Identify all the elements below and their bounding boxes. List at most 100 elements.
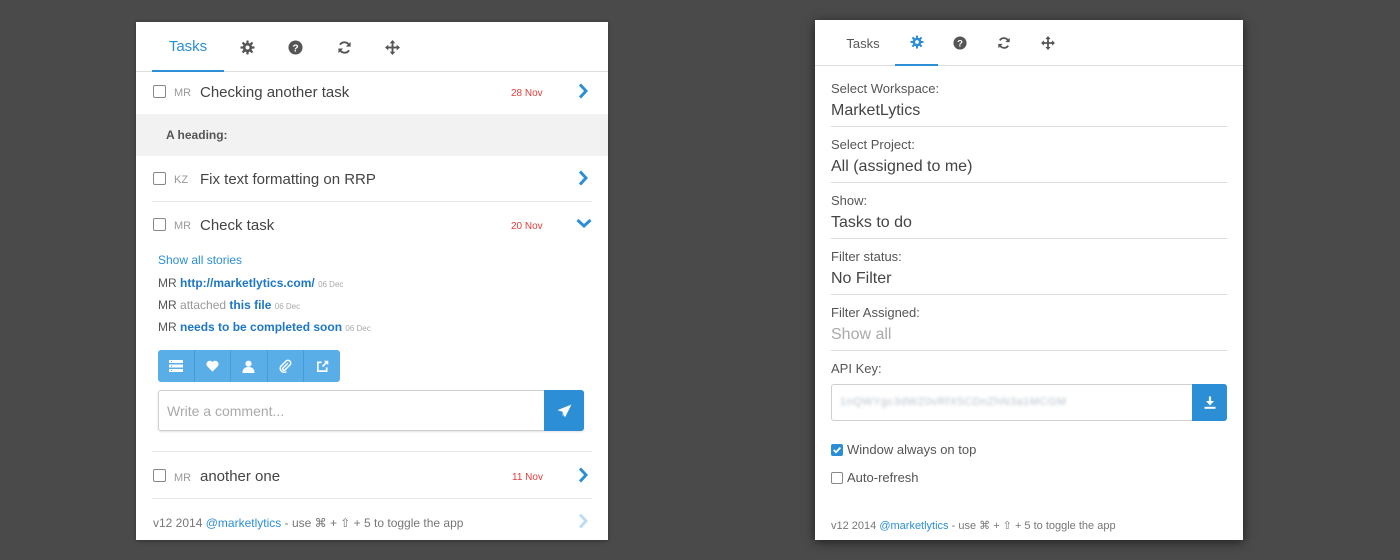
- external-link-icon: [316, 360, 328, 372]
- heart-icon: [206, 360, 219, 372]
- gear-icon: [909, 35, 924, 49]
- paperclip-icon: [279, 359, 292, 373]
- footer-twitter-link[interactable]: @marketlytics: [879, 520, 948, 532]
- task-title[interactable]: another one: [200, 468, 280, 485]
- task-checkbox[interactable]: [153, 172, 166, 185]
- save-api-key-button[interactable]: [1192, 384, 1227, 421]
- filter-status-label: Filter status:: [831, 249, 902, 264]
- tab-tasks[interactable]: Tasks: [152, 22, 224, 72]
- story-item: MR http://marketlytics.com/ 06 Dec: [158, 276, 343, 290]
- gear-icon: [239, 39, 255, 55]
- tab-tasks[interactable]: Tasks: [837, 20, 889, 66]
- task-due-date: 28 Nov: [511, 88, 543, 99]
- show-all-stories-link[interactable]: Show all stories: [158, 253, 242, 267]
- project-label: Select Project:: [831, 137, 915, 152]
- move-icon: [384, 39, 400, 55]
- divider: [152, 451, 592, 452]
- task-title[interactable]: Fix text formatting on RRP: [200, 171, 376, 188]
- filter-status-select[interactable]: No Filter: [831, 270, 891, 288]
- chevron-right-icon[interactable]: [578, 170, 588, 186]
- send-icon: [557, 403, 571, 418]
- divider: [831, 350, 1227, 351]
- like-button[interactable]: [195, 350, 232, 382]
- task-checkbox[interactable]: [153, 218, 166, 231]
- auto-refresh-label: Auto-refresh: [847, 470, 919, 485]
- tab-refresh[interactable]: [989, 20, 1019, 66]
- tab-tasks-label: Tasks: [168, 37, 208, 55]
- story-date: 06 Dec: [274, 302, 301, 311]
- tab-settings[interactable]: [895, 20, 938, 66]
- window-on-top-checkbox[interactable]: [831, 444, 843, 456]
- task-assignee-initials: MR: [174, 87, 192, 99]
- tab-help[interactable]: ?: [280, 22, 310, 72]
- chevron-down-icon[interactable]: [576, 218, 592, 228]
- attach-button[interactable]: [268, 350, 305, 382]
- list-icon: [168, 360, 183, 372]
- chevron-right-icon[interactable]: [578, 83, 588, 99]
- filter-assigned-select[interactable]: Show all: [831, 326, 891, 344]
- workspace-label: Select Workspace:: [831, 81, 940, 96]
- open-external-button[interactable]: [304, 350, 340, 382]
- auto-refresh-option[interactable]: Auto-refresh: [831, 470, 919, 485]
- tab-bar: Tasks ?: [815, 20, 1243, 66]
- task-title[interactable]: Checking another task: [200, 84, 349, 101]
- footer-twitter-link[interactable]: @marketlytics: [206, 516, 282, 530]
- workspace-select[interactable]: MarketLytics: [831, 102, 920, 120]
- divider: [831, 126, 1227, 127]
- question-icon: ?: [287, 39, 303, 55]
- story-date: 06 Dec: [318, 280, 344, 289]
- section-heading: A heading:: [136, 114, 608, 156]
- window-on-top-option[interactable]: Window always on top: [831, 442, 976, 457]
- task-checkbox[interactable]: [153, 85, 166, 98]
- task-row[interactable]: MR Checking another task 28 Nov: [136, 72, 608, 114]
- story-author: MR: [158, 320, 177, 334]
- details-button[interactable]: [158, 350, 195, 382]
- comment-input[interactable]: [159, 391, 545, 430]
- task-title[interactable]: Check task: [200, 217, 274, 234]
- refresh-icon: [998, 37, 1010, 49]
- story-link[interactable]: needs to be completed soon: [180, 320, 342, 334]
- chevron-right-icon[interactable]: [578, 467, 588, 483]
- comment-box: [158, 390, 584, 431]
- app-footer: v12 2014 @marketlytics - use ⌘ + ⇧ + 5 t…: [831, 519, 1116, 532]
- api-key-label: API Key:: [831, 361, 882, 376]
- svg-text:?: ?: [957, 39, 963, 50]
- tab-refresh[interactable]: [329, 22, 359, 72]
- api-key-value: 1nQWYgc3dWZ0vRfX5CDnZhN3a1MCGM: [840, 396, 1067, 408]
- story-verb: attached: [180, 298, 227, 312]
- task-action-bar: [158, 350, 340, 382]
- task-row-expanded[interactable]: MR Check task 20 Nov: [136, 204, 608, 246]
- filter-assigned-label: Filter Assigned:: [831, 305, 920, 320]
- tab-settings[interactable]: [232, 22, 262, 72]
- story-link[interactable]: http://marketlytics.com/: [180, 276, 315, 290]
- tab-bar: Tasks ?: [136, 22, 608, 72]
- assign-button[interactable]: [231, 350, 268, 382]
- section-heading-text: A heading:: [166, 128, 228, 142]
- project-select[interactable]: All (assigned to me): [831, 158, 972, 176]
- divider: [152, 498, 592, 499]
- task-checkbox[interactable]: [153, 469, 166, 482]
- task-row[interactable]: MR another one 11 Nov: [136, 454, 608, 498]
- task-due-date: 20 Nov: [511, 221, 543, 232]
- story-author: MR: [158, 276, 177, 290]
- svg-text:?: ?: [292, 43, 298, 54]
- footer-version: v12 2014: [153, 516, 203, 530]
- divider: [831, 238, 1227, 239]
- story-date: 06 Dec: [345, 324, 371, 333]
- api-key-field[interactable]: 1nQWYgc3dWZ0vRfX5CDnZhN3a1MCGM: [831, 384, 1227, 421]
- checkmark-icon: [833, 446, 842, 454]
- tab-move[interactable]: [1033, 20, 1063, 66]
- download-icon: [1204, 396, 1215, 409]
- show-select[interactable]: Tasks to do: [831, 214, 912, 232]
- task-row[interactable]: KZ Fix text formatting on RRP: [136, 158, 608, 200]
- story-link[interactable]: this file: [229, 298, 271, 312]
- footer-hint: - use ⌘ + ⇧ + 5 to toggle the app: [284, 516, 464, 530]
- user-icon: [242, 360, 256, 373]
- app-footer: v12 2014 @marketlytics - use ⌘ + ⇧ + 5 t…: [153, 516, 463, 530]
- divider: [831, 182, 1227, 183]
- refresh-icon: [337, 40, 351, 54]
- tab-help[interactable]: ?: [945, 20, 975, 66]
- send-comment-button[interactable]: [544, 390, 584, 431]
- auto-refresh-checkbox[interactable]: [831, 472, 843, 484]
- tab-move[interactable]: [377, 22, 407, 72]
